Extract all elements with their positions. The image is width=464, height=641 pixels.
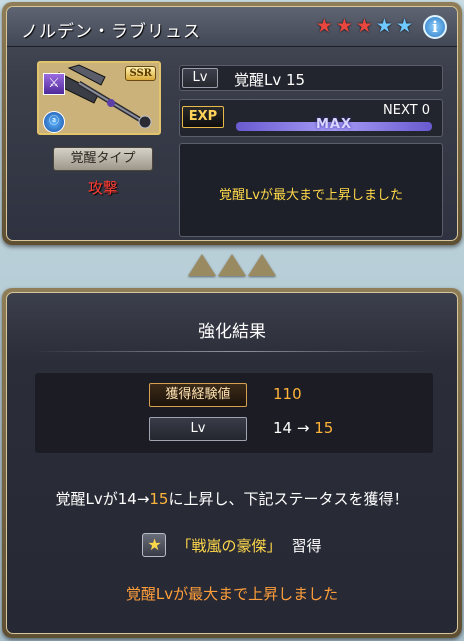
info-icon[interactable]: i (423, 15, 447, 39)
weapon-type-icon: ⚔ (43, 73, 65, 95)
level-up-sentence: 覚醒Lvが14→15に上昇し、下記ステータスを獲得！ (7, 488, 457, 509)
sentence-to: 15 (149, 490, 169, 508)
triangle-arrow-icon (218, 254, 246, 276)
result-title: 強化結果 (198, 322, 266, 342)
star-icon: ★ (335, 15, 353, 37)
result-stats: 獲得経験値 110 Lv 14 → 15 (35, 373, 433, 453)
result-panel: 強化結果 獲得経験値 110 Lv 14 → 15 覚醒Lvが14→15に上昇し… (2, 288, 462, 638)
skill-star-icon: ★ (142, 533, 167, 557)
exp-label: EXP (182, 106, 224, 128)
weapon-name: ノルデン・ラブリュス (21, 22, 201, 42)
level-value: 覚醒Lv 15 (234, 71, 306, 89)
exp-next-text: NEXT 0 (383, 103, 430, 118)
level-row: Lv 覚醒Lv 15 (179, 65, 443, 91)
lv-from: 14 (273, 419, 293, 437)
status-message-box: 覚醒Lvが最大まで上昇しました (179, 143, 443, 237)
sentence-arrow: → (136, 490, 150, 508)
max-level-message: 覚醒Lvが最大まで上昇しました (125, 585, 339, 603)
sentence-from: 14 (117, 490, 137, 508)
sentence-prefix: 覚醒Lvが (55, 490, 118, 508)
rarity-stars: ★ ★ ★ ★ ★ (316, 16, 413, 36)
star-icon: ★ (315, 15, 333, 37)
lv-to: 15 (314, 419, 334, 437)
exp-max-label: MAX (316, 117, 353, 132)
skill-name: 「戦嵐の豪傑」 (176, 536, 282, 555)
transition-arrows (0, 254, 464, 276)
weapon-card: ノルデン・ラブリュス ★ ★ ★ ★ ★ i SSR ⚔ ⓐ 覚醒タイプ 攻撃 … (2, 2, 462, 245)
element-icon: ⓐ (43, 111, 65, 133)
exp-row: EXP NEXT 0 MAX (179, 99, 443, 137)
exp-gained-value: 110 (273, 385, 302, 403)
lv-arrow: → (296, 419, 310, 437)
level-label: Lv (182, 68, 218, 88)
ssr-badge: SSR (125, 66, 156, 81)
star-icon: ★ (395, 15, 413, 37)
result-panel-inner: 強化結果 獲得経験値 110 Lv 14 → 15 覚醒Lvが14→15に上昇し… (6, 292, 458, 634)
divider (31, 351, 433, 352)
star-icon: ★ (375, 15, 393, 37)
exp-gained-label: 獲得経験値 (149, 383, 247, 407)
status-message: 覚醒Lvが最大まで上昇しました (219, 188, 403, 203)
triangle-arrow-icon (248, 254, 276, 276)
awakening-type-button[interactable]: 覚醒タイプ (53, 147, 153, 171)
awakening-type-value: 攻撃 (87, 179, 118, 197)
lv-label: Lv (149, 417, 247, 441)
weapon-card-inner: ノルデン・ラブリュス ★ ★ ★ ★ ★ i SSR ⚔ ⓐ 覚醒タイプ 攻撃 … (6, 6, 458, 241)
triangle-arrow-icon (188, 254, 216, 276)
skill-acquired-label: 習得 (291, 536, 322, 555)
title-bar: ノルデン・ラブリュス ★ ★ ★ ★ ★ i (7, 7, 457, 47)
weapon-thumbnail[interactable]: SSR ⚔ ⓐ (37, 61, 161, 135)
sentence-suffix: に上昇し、下記ステータスを獲得！ (168, 490, 409, 508)
acquired-skill: ★ 「戦嵐の豪傑」 習得 (7, 533, 457, 557)
star-icon: ★ (355, 15, 373, 37)
lv-change: 14 → 15 (273, 419, 333, 437)
